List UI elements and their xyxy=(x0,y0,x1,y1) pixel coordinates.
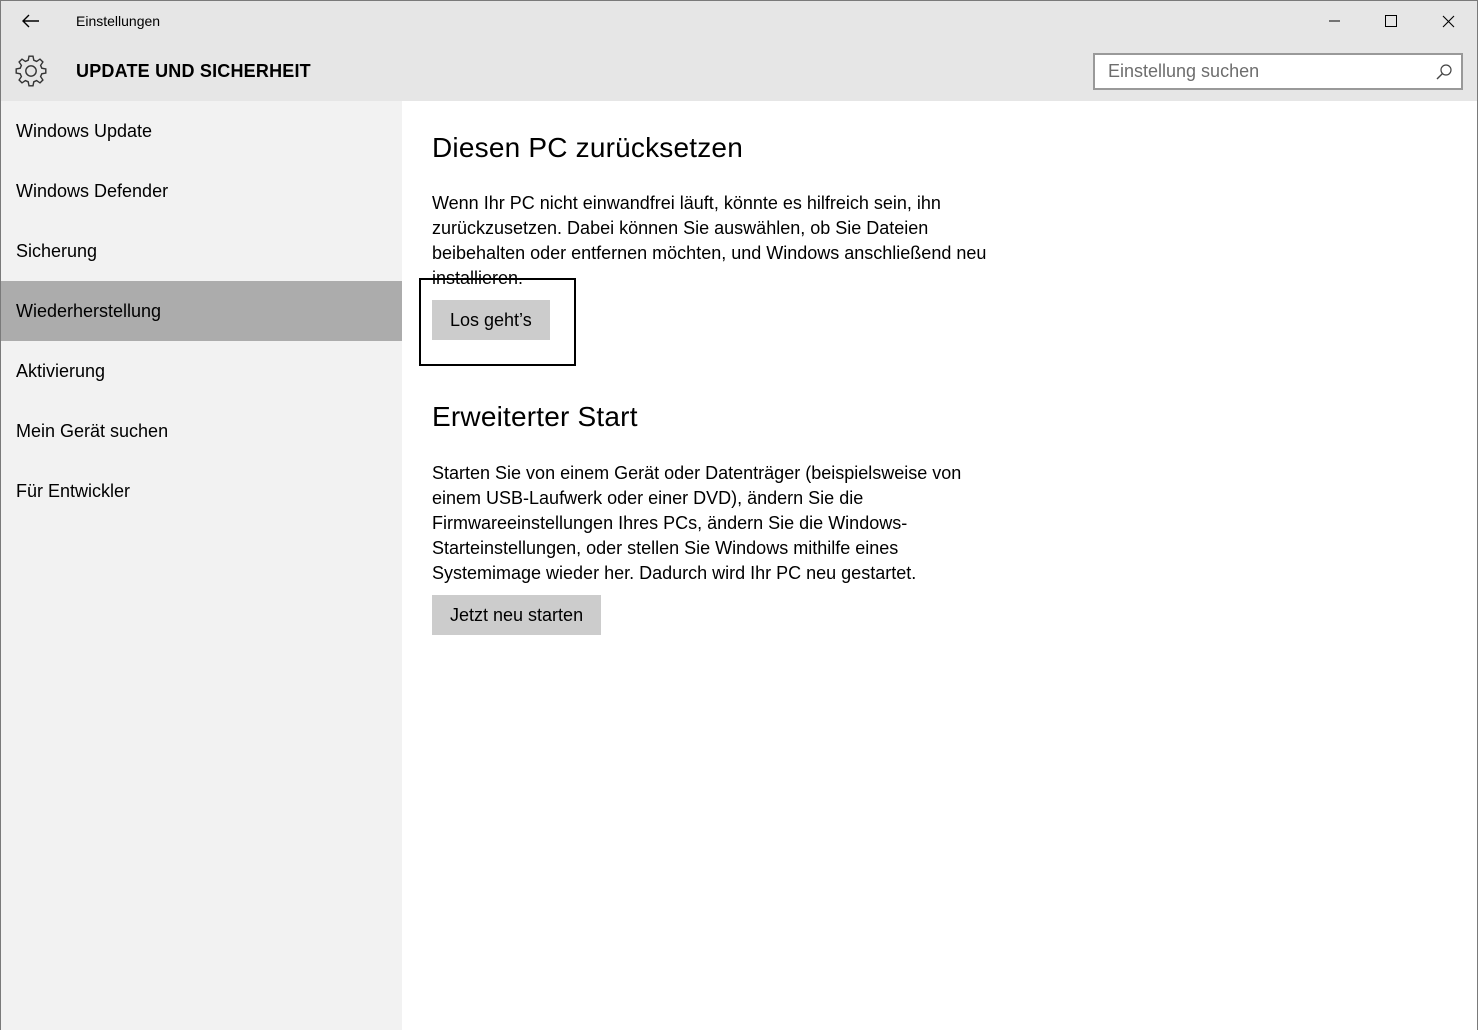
back-arrow-icon xyxy=(22,14,39,28)
maximize-button[interactable] xyxy=(1363,1,1420,41)
main-content: Diesen PC zurücksetzen Wenn Ihr PC nicht… xyxy=(402,101,1477,1030)
close-icon xyxy=(1442,15,1455,27)
sidebar-item-fuer-entwickler[interactable]: Für Entwickler xyxy=(1,461,402,521)
sidebar-item-aktivierung[interactable]: Aktivierung xyxy=(1,341,402,401)
restart-now-button[interactable]: Jetzt neu starten xyxy=(432,595,602,635)
reset-heading: Diesen PC zurücksetzen xyxy=(432,132,743,163)
advanced-start-heading: Erweiterter Start xyxy=(432,401,638,432)
search-input[interactable] xyxy=(1095,55,1425,88)
sidebar-item-windows-update[interactable]: Windows Update xyxy=(1,101,402,161)
reset-start-button[interactable]: Los geht’s xyxy=(432,300,550,340)
maximize-icon xyxy=(1385,14,1397,27)
sidebar-item-sicherung[interactable]: Sicherung xyxy=(1,221,402,281)
minimize-icon xyxy=(1328,20,1340,22)
search-box[interactable] xyxy=(1093,53,1463,90)
sidebar-item-wiederherstellung[interactable]: Wiederherstellung xyxy=(1,281,402,341)
back-button[interactable] xyxy=(11,5,51,37)
sidebar: Windows Update Windows Defender Sicherun… xyxy=(1,101,402,1030)
title-bar: Einstellungen xyxy=(1,1,1477,41)
page-header: UPDATE UND SICHERHEIT xyxy=(1,41,1477,101)
sidebar-item-mein-geraet-suchen[interactable]: Mein Gerät suchen xyxy=(1,401,402,461)
window-title: Einstellungen xyxy=(76,13,161,29)
search-icon[interactable] xyxy=(1435,63,1453,81)
section-title: UPDATE UND SICHERHEIT xyxy=(76,61,311,81)
advanced-start-description: Starten Sie von einem Gerät oder Datentr… xyxy=(432,463,962,583)
close-button[interactable] xyxy=(1420,1,1477,41)
reset-description: Wenn Ihr PC nicht einwandfrei läuft, kön… xyxy=(432,193,987,288)
minimize-button[interactable] xyxy=(1306,1,1363,41)
gear-icon xyxy=(15,55,47,87)
settings-window: Einstellungen UPDATE UND SICHERHEIT Eins… xyxy=(0,0,1478,1030)
sidebar-item-windows-defender[interactable]: Windows Defender xyxy=(1,161,402,221)
